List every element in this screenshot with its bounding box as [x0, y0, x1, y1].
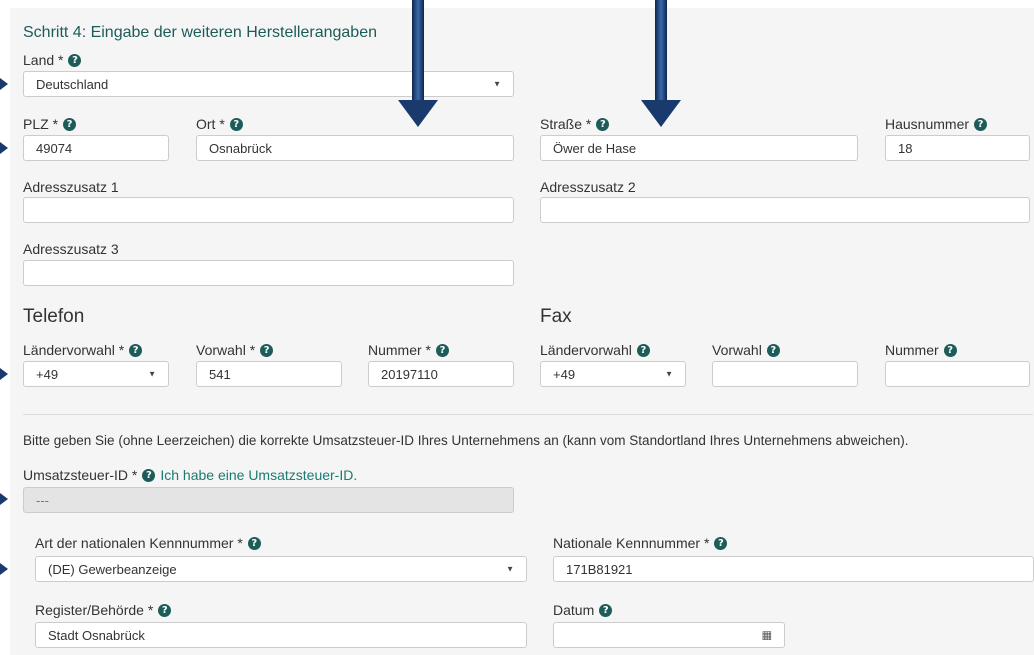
datum-label-text: Datum: [553, 602, 595, 618]
annotation-arrow-right-icon: [0, 563, 8, 575]
has-vat-id-link[interactable]: Ich habe eine Umsatzsteuer-ID.: [160, 467, 357, 483]
nationale-kennnummer-label-text: Nationale Kennnummer *: [553, 535, 710, 551]
fax-laendervorwahl-value: +49: [553, 366, 576, 382]
strasse-label-text: Straße *: [540, 116, 592, 132]
ort-label: Ort *?: [196, 116, 243, 132]
annotation-arrow-down-icon: [641, 0, 681, 127]
plz-input[interactable]: 49074: [23, 135, 169, 161]
fax-laendervorwahl-select[interactable]: +49 ▼: [540, 361, 686, 387]
nationale-kennnummer-input[interactable]: 171B81921: [553, 556, 1034, 582]
annotation-arrow-right-icon: [0, 368, 8, 380]
tel-laendervorwahl-value: +49: [36, 366, 59, 382]
help-icon[interactable]: ?: [599, 603, 613, 617]
tel-vorwahl-label-text: Vorwahl *: [196, 342, 256, 358]
hausnummer-label: Hausnummer?: [885, 116, 988, 132]
section-divider: [23, 414, 1033, 415]
land-select[interactable]: Deutschland ▼: [23, 71, 514, 97]
ort-input[interactable]: Osnabrück: [196, 135, 514, 161]
help-icon[interactable]: ?: [142, 468, 156, 482]
help-icon[interactable]: ?: [766, 343, 780, 357]
step-title: Schritt 4: Eingabe der weiteren Herstell…: [23, 24, 377, 41]
ort-label-text: Ort *: [196, 116, 225, 132]
help-icon[interactable]: ?: [943, 343, 957, 357]
ust-label-text: Umsatzsteuer-ID *: [23, 467, 138, 483]
hausnummer-label-text: Hausnummer: [885, 116, 970, 132]
tel-vorwahl-label: Vorwahl *?: [196, 342, 274, 358]
help-icon[interactable]: ?: [63, 117, 77, 131]
calendar-icon[interactable]: ▦: [762, 629, 772, 642]
art-kennnummer-value: (DE) Gewerbeanzeige: [48, 561, 177, 577]
fax-nummer-label: Nummer?: [885, 342, 957, 358]
annotation-arrow-right-icon: [0, 493, 8, 505]
help-icon[interactable]: ?: [714, 536, 728, 550]
tel-nummer-label: Nummer *?: [368, 342, 450, 358]
tel-nummer-label-text: Nummer *: [368, 342, 432, 358]
help-icon[interactable]: ?: [68, 53, 82, 67]
art-kennnummer-select[interactable]: (DE) Gewerbeanzeige ▼: [35, 556, 527, 582]
fax-vorwahl-input[interactable]: [712, 361, 858, 387]
help-icon[interactable]: ?: [436, 343, 450, 357]
help-icon[interactable]: ?: [129, 343, 143, 357]
caret-down-icon: ▼: [665, 369, 673, 379]
datum-label: Datum?: [553, 602, 613, 618]
help-icon[interactable]: ?: [636, 343, 650, 357]
adresszusatz1-label: Adresszusatz 1: [23, 179, 119, 195]
land-label-text: Land *: [23, 52, 64, 68]
fax-nummer-input[interactable]: [885, 361, 1030, 387]
caret-down-icon: ▼: [493, 79, 501, 89]
art-kennnummer-label: Art der nationalen Kennnummer *?: [35, 535, 261, 551]
help-icon[interactable]: ?: [260, 343, 274, 357]
help-icon[interactable]: ?: [247, 536, 261, 550]
help-icon[interactable]: ?: [974, 117, 988, 131]
help-icon[interactable]: ?: [158, 603, 172, 617]
fax-vorwahl-label-text: Vorwahl: [712, 342, 762, 358]
ust-label: Umsatzsteuer-ID *? Ich habe eine Umsatzs…: [23, 467, 357, 483]
register-label-text: Register/Behörde *: [35, 602, 154, 618]
adresszusatz2-label: Adresszusatz 2: [540, 179, 636, 195]
adresszusatz3-label: Adresszusatz 3: [23, 241, 119, 257]
caret-down-icon: ▼: [506, 564, 514, 574]
annotation-arrow-down-icon: [398, 0, 438, 127]
nationale-kennnummer-label: Nationale Kennnummer *?: [553, 535, 728, 551]
fax-laendervorwahl-label: Ländervorwahl?: [540, 342, 650, 358]
annotation-arrow-right-icon: [0, 142, 8, 154]
plz-label: PLZ *?: [23, 116, 77, 132]
datum-input[interactable]: ▦: [553, 622, 785, 648]
tel-vorwahl-input[interactable]: 541: [196, 361, 342, 387]
fax-nummer-label-text: Nummer: [885, 342, 939, 358]
adresszusatz3-input[interactable]: [23, 260, 514, 286]
fax-heading: Fax: [540, 306, 572, 327]
hausnummer-input[interactable]: 18: [885, 135, 1030, 161]
ust-hint-text: Bitte geben Sie (ohne Leerzeichen) die k…: [23, 433, 909, 448]
adresszusatz1-input[interactable]: [23, 197, 514, 223]
strasse-label: Straße *?: [540, 116, 610, 132]
ust-input[interactable]: ---: [23, 487, 514, 513]
tel-laendervorwahl-select[interactable]: +49 ▼: [23, 361, 169, 387]
caret-down-icon: ▼: [148, 369, 156, 379]
telefon-heading: Telefon: [23, 306, 85, 327]
register-input[interactable]: Stadt Osnabrück: [35, 622, 527, 648]
help-icon[interactable]: ?: [229, 117, 243, 131]
tel-laendervorwahl-label: Ländervorwahl *?: [23, 342, 143, 358]
strasse-input[interactable]: Öwer de Hase: [540, 135, 858, 161]
plz-label-text: PLZ *: [23, 116, 59, 132]
land-value: Deutschland: [36, 76, 109, 92]
annotation-arrow-right-icon: [0, 78, 8, 90]
land-label: Land *?: [23, 52, 82, 68]
tel-nummer-input[interactable]: 20197110: [368, 361, 514, 387]
tel-laendervorwahl-label-text: Ländervorwahl *: [23, 342, 125, 358]
help-icon[interactable]: ?: [596, 117, 610, 131]
art-kennnummer-label-text: Art der nationalen Kennnummer *: [35, 535, 243, 551]
adresszusatz2-input[interactable]: [540, 197, 1030, 223]
register-label: Register/Behörde *?: [35, 602, 172, 618]
fax-vorwahl-label: Vorwahl?: [712, 342, 780, 358]
fax-laendervorwahl-label-text: Ländervorwahl: [540, 342, 632, 358]
